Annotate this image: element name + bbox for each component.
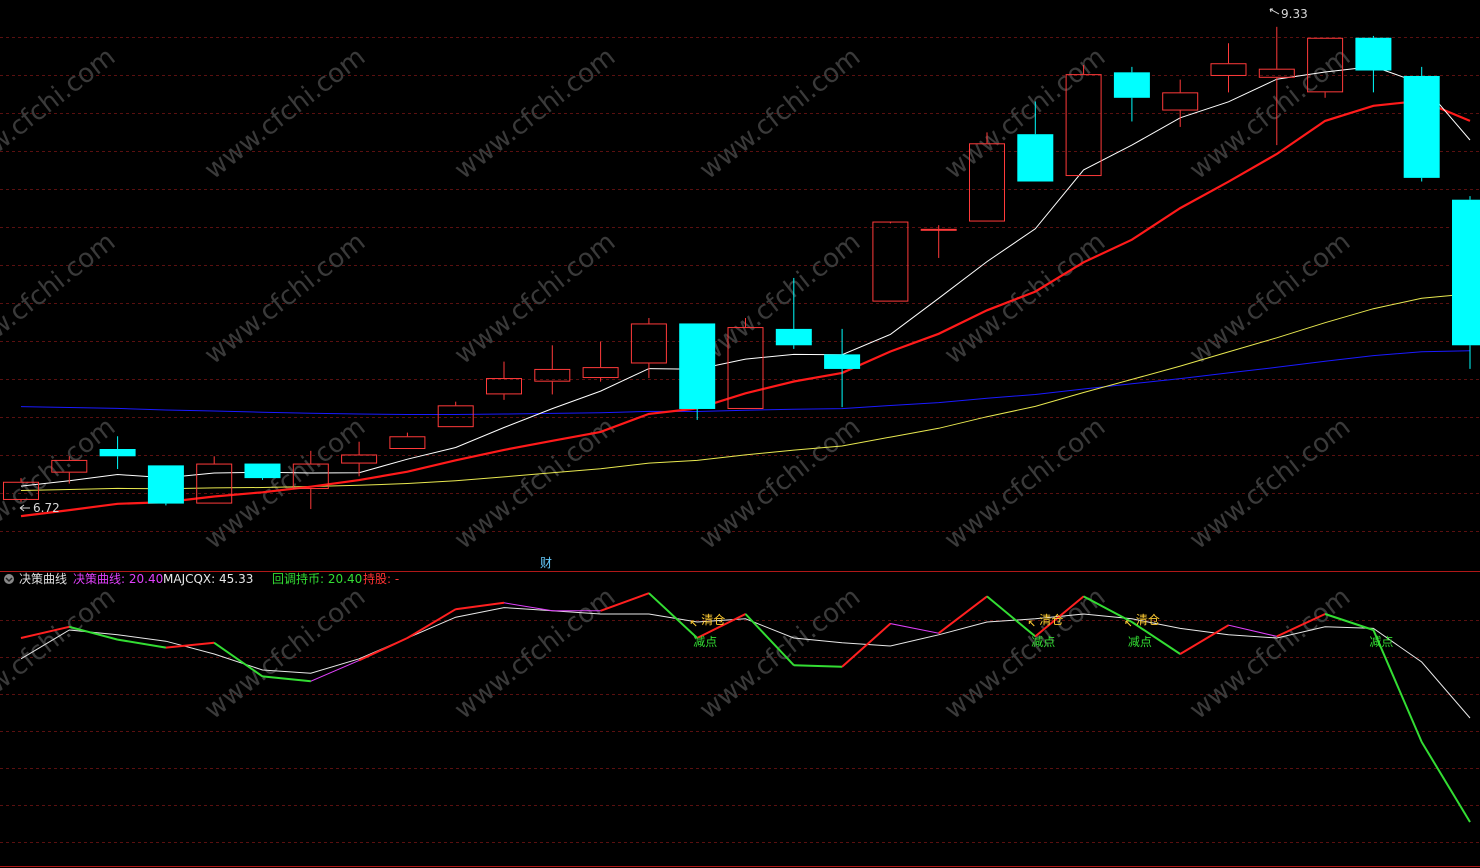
watermark-text: www.cfchi.com: [939, 227, 1111, 371]
watermark-text: www.cfchi.com: [1184, 412, 1356, 556]
decision-curve-segment: [793, 664, 843, 668]
candle-body-down: [147, 465, 184, 504]
candle-body-up: [341, 454, 378, 464]
signal-clear-label: 清仓: [1136, 613, 1160, 627]
collapse-toggle-icon[interactable]: [4, 574, 14, 584]
watermark-text: www.cfchi.com: [199, 227, 371, 371]
watermark-text: www.cfchi.com: [199, 582, 371, 726]
watermark-text: www.cfchi.com: [1184, 582, 1356, 726]
candle-body-up: [1162, 92, 1199, 111]
legend-decision-curve: 决策曲线: 20.40: [73, 572, 163, 586]
candle-body-up: [920, 228, 957, 231]
signal-reduce-label: 减点: [1369, 635, 1393, 649]
signal-reduce-label: 减点: [693, 635, 717, 649]
legend-pullback-hold-cash: 回调持币: 20.40: [272, 571, 362, 586]
watermark-text: www.cfchi.com: [694, 582, 866, 726]
candle-body-down: [824, 354, 861, 369]
watermark-text: www.cfchi.com: [0, 582, 121, 726]
candle-body-down: [99, 449, 136, 457]
watermark-text: www.cfchi.com: [1184, 227, 1356, 371]
decision-curve-segment: [1420, 741, 1471, 823]
signal-reduce-label: 减点: [1128, 635, 1152, 649]
candlestick-series: [3, 26, 1480, 510]
legend-majcqx: MAJCQX: 45.33: [163, 572, 253, 586]
decision-curve-segment: [455, 601, 505, 611]
stock-chart: www.cfchi.com www.cfchi.com www.cfchi.com w…: [0, 7, 1480, 867]
candle-body-down: [1113, 72, 1150, 98]
candle-body-up: [437, 405, 474, 428]
watermark-text: www.cfchi.com: [939, 412, 1111, 556]
signal-reduce-label: 减点: [1031, 635, 1055, 649]
candle-body-up: [582, 367, 619, 379]
signal-clear-label: 清仓: [701, 613, 725, 627]
candle-body-down: [1452, 199, 1480, 346]
indicator-title[interactable]: 决策曲线: [19, 572, 67, 586]
watermark-text: www.cfchi.com: [694, 227, 866, 371]
low-price-label: 6.72: [33, 501, 60, 515]
signal-arrow-icon: [1028, 620, 1035, 627]
watermark-text: www.cfchi.com: [1184, 42, 1356, 186]
candle-body-down: [1355, 37, 1392, 71]
high-price-label: 9.33: [1281, 7, 1308, 21]
decision-curve-segment: [117, 638, 167, 649]
candle-body-up: [486, 378, 522, 395]
event-marker[interactable]: 财: [540, 556, 552, 570]
decision-curve-segment: [986, 595, 1036, 638]
watermark-text: www.cfchi.com: [939, 582, 1111, 726]
watermark-text: www.cfchi.com: [449, 582, 621, 726]
candle-body-down: [679, 323, 716, 409]
candle-body-up: [630, 323, 667, 364]
candle-body-up: [389, 436, 426, 450]
high-price-arrow-icon: [1269, 8, 1280, 15]
decision-curve-segment: [406, 608, 457, 639]
signal-clear-label: 清仓: [1039, 613, 1063, 627]
decision-curve-segment: [938, 595, 988, 634]
watermark-text: www.cfchi.com: [199, 412, 371, 556]
candle-body-down: [1017, 134, 1054, 182]
watermark-text: www.cfchi.com: [0, 412, 121, 556]
candle-body-up: [872, 221, 909, 302]
candle-body-down: [244, 463, 281, 479]
watermark-text: www.cfchi.com: [449, 227, 621, 371]
candle-body-up: [1258, 68, 1295, 78]
indicator-header: 决策曲线 决策曲线: 20.40 MAJCQX: 45.33 回调持币: 20.…: [4, 571, 399, 586]
ma60-line: [20, 350, 1471, 415]
decision-curve-segment: [358, 637, 408, 662]
candle-body-up: [1210, 63, 1247, 76]
watermark-text: www.cfchi.com: [694, 412, 866, 556]
candle-body-down: [775, 328, 812, 346]
watermark-text: www.cfchi.com: [0, 227, 121, 371]
legend-hold-shares: 持股: -: [363, 571, 399, 586]
candle-body-down: [1403, 75, 1440, 178]
